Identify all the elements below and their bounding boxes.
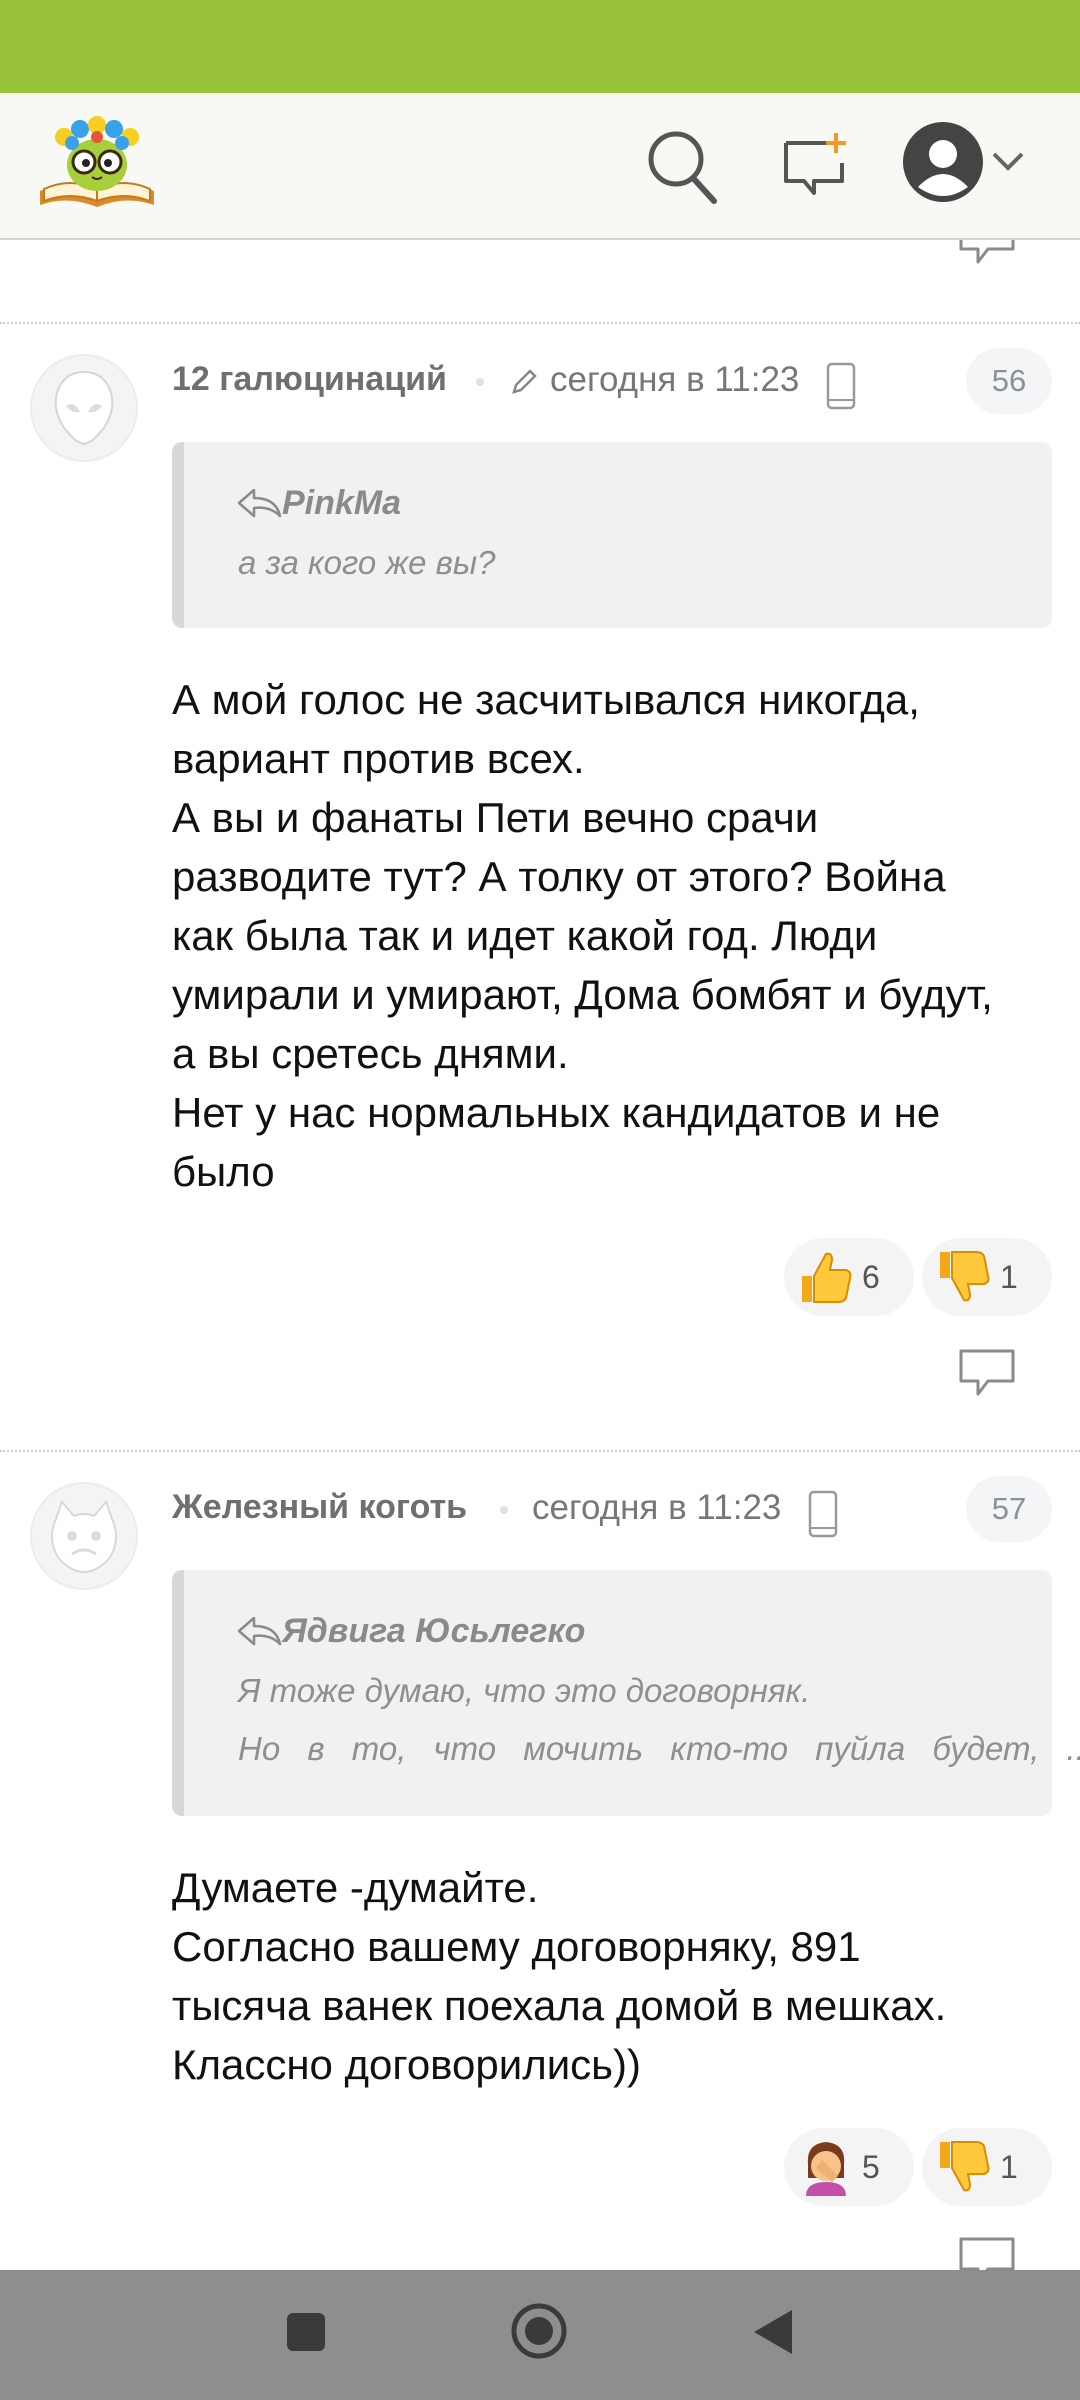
quote-text: а за кого же вы? — [238, 544, 496, 581]
user-avatar-icon[interactable] — [902, 121, 984, 203]
site-logo[interactable] — [34, 107, 160, 215]
app-header — [0, 93, 1080, 240]
recent-apps-button[interactable] — [286, 2312, 326, 2352]
comment-number-badge[interactable]: 57 — [966, 1476, 1052, 1542]
thumbs-down-icon — [936, 2138, 992, 2196]
status-bar — [0, 0, 1080, 93]
reaction-thumbs-down[interactable]: 1 — [922, 2128, 1052, 2206]
avatar[interactable] — [30, 354, 138, 462]
mobile-device-icon — [826, 362, 856, 410]
comments-feed: 12 галюцинаций сегодня в 11:23 56 PinkMa… — [0, 240, 1080, 2270]
facepalm-icon — [798, 2138, 854, 2196]
quote-block: PinkMa а за кого же вы? — [172, 442, 1052, 628]
chevron-down-icon[interactable] — [992, 151, 1024, 173]
comment-body: А мой голос не засчитывался никогда, вар… — [172, 676, 993, 1195]
home-button[interactable] — [510, 2302, 568, 2360]
quote-block: Ядвига Юсьлегко Я тоже думаю, что это до… — [172, 1570, 1080, 1816]
reply-icon[interactable] — [958, 240, 1016, 266]
quote-text: Я тоже думаю, что это договорняк. — [238, 1672, 811, 1709]
reaction-thumbs-down[interactable]: 1 — [922, 1238, 1052, 1316]
avatar[interactable] — [30, 1482, 138, 1590]
mobile-device-icon — [808, 1490, 838, 1538]
pencil-icon — [510, 368, 538, 396]
system-nav-bar — [0, 2270, 1080, 2400]
thumbs-down-icon — [936, 1248, 992, 1306]
comment-author[interactable]: 12 галюцинаций — [172, 360, 447, 399]
reaction-thumbs-up[interactable]: 6 — [784, 1238, 914, 1316]
comment-time[interactable]: сегодня в 11:23 — [550, 360, 799, 400]
reply-icon[interactable] — [958, 2236, 1016, 2270]
reaction-count: 6 — [862, 1259, 880, 1295]
reply-icon[interactable] — [958, 1348, 1016, 1398]
search-icon[interactable] — [646, 129, 718, 205]
quote-text: Но в то, что мочить кто-то пуйла будет, … — [238, 1730, 1080, 1767]
comment-divider — [0, 322, 1080, 324]
comment-time[interactable]: сегодня в 11:23 — [532, 1488, 781, 1528]
reaction-count: 1 — [1000, 1259, 1018, 1295]
reply-arrow-icon — [236, 486, 282, 520]
separator-dot — [500, 1506, 508, 1514]
thumbs-up-icon — [798, 1248, 854, 1306]
comment-number-badge[interactable]: 56 — [966, 348, 1052, 414]
comment-body: Думаете -думайте. Согласно вашему догово… — [172, 1864, 947, 2088]
reply-arrow-icon — [236, 1614, 282, 1648]
quote-author[interactable]: PinkMa — [282, 484, 401, 523]
separator-dot — [476, 378, 484, 386]
back-button[interactable] — [752, 2308, 794, 2356]
new-post-icon[interactable] — [780, 131, 850, 201]
reaction-count: 1 — [1000, 2149, 1018, 2185]
reaction-facepalm[interactable]: 5 — [784, 2128, 914, 2206]
reaction-count: 5 — [862, 2149, 880, 2185]
comment-author[interactable]: Железный коготь — [172, 1488, 467, 1527]
quote-author[interactable]: Ядвига Юсьлегко — [282, 1612, 585, 1651]
comment-divider — [0, 1450, 1080, 1452]
